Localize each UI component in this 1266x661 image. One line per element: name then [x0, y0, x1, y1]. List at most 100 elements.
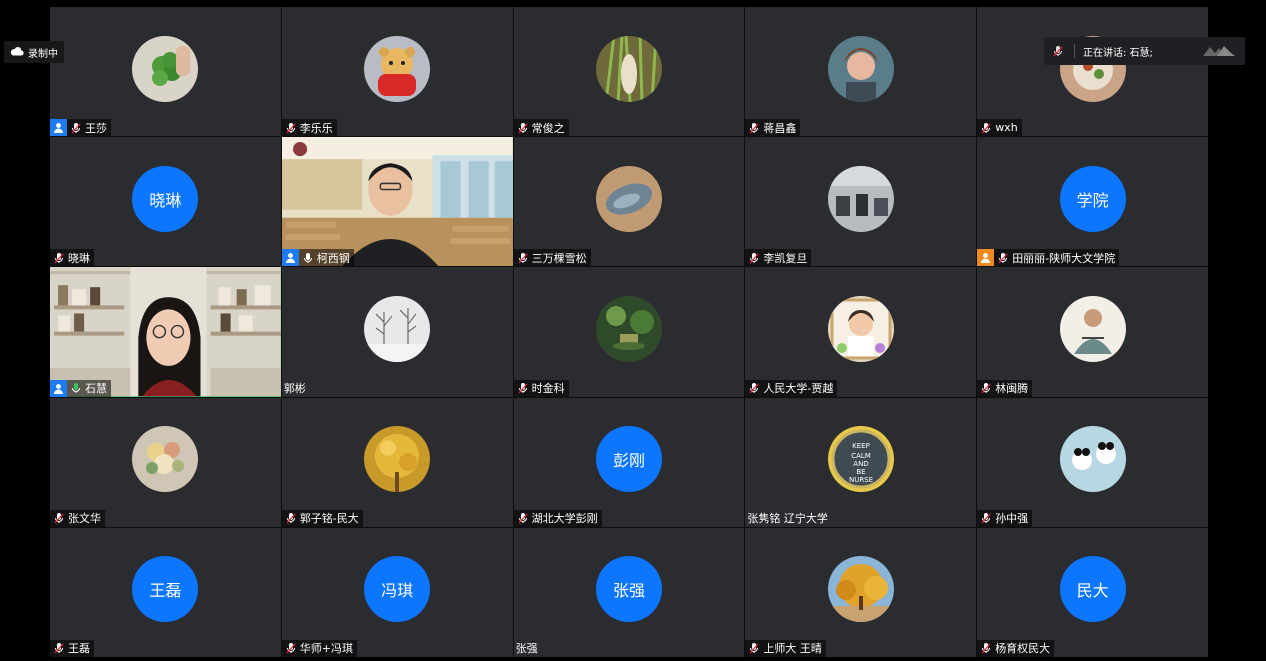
participant-name: wxh — [995, 121, 1018, 135]
participant-tile[interactable]: 郭子铭-民大 — [281, 397, 513, 527]
host-icon — [50, 119, 67, 137]
mic-muted-icon — [748, 642, 760, 654]
grass-image — [595, 35, 662, 102]
mic-on-icon — [302, 252, 314, 264]
participant-tile[interactable]: 冯琪 华师+冯琪 — [281, 527, 513, 657]
mic-muted-icon — [997, 252, 1009, 264]
participant-name: 王磊 — [68, 642, 90, 656]
avatar-photo — [132, 426, 199, 493]
participant-tile[interactable]: 李凯复旦 — [745, 137, 977, 267]
participant-name: 华师+冯琪 — [299, 642, 354, 656]
avatar-photo — [827, 556, 894, 623]
participant-label: 蒋昌鑫 — [745, 119, 801, 137]
avatar-photo — [827, 35, 894, 102]
avatar-photo — [827, 165, 894, 232]
participant-name: 张强 — [515, 642, 538, 656]
participant-tile[interactable]: 张强 张强 — [513, 527, 745, 657]
participant-name: 三万棵雪松 — [531, 251, 587, 265]
participant-name: 湖北大学彭刚 — [531, 512, 598, 526]
avatar-photo — [132, 35, 199, 102]
participant-tile[interactable]: 常俊之 — [513, 7, 745, 137]
avatar-photo — [1059, 426, 1126, 493]
participant-tile[interactable]: 王磊 王磊 — [50, 527, 281, 657]
avatar-initials: 学院 — [1059, 165, 1126, 232]
recording-label: 录制中 — [28, 48, 58, 60]
mic-muted-icon — [53, 512, 65, 524]
host-icon — [977, 249, 995, 267]
participant-tile[interactable]: 三万棵雪松 — [513, 137, 745, 267]
participant-label: 张文华 — [50, 509, 105, 527]
participant-name: 蒋昌鑫 — [763, 121, 797, 135]
mic-muted-icon — [748, 382, 760, 394]
mic-muted-icon — [980, 382, 992, 394]
participant-name: 时金科 — [531, 382, 565, 396]
participant-name: 郭子铭-民大 — [299, 512, 359, 526]
participant-label: 郭子铭-民大 — [281, 509, 363, 527]
avatar-initials: 王磊 — [132, 556, 199, 623]
avatar-photo — [364, 295, 431, 362]
participant-name: 柯西钢 — [316, 251, 350, 265]
participant-name: 常俊之 — [531, 121, 565, 135]
participant-name: 郭彬 — [283, 382, 306, 396]
mic-muted-icon — [748, 252, 760, 264]
participant-label: 三万棵雪松 — [513, 249, 591, 267]
recording-indicator[interactable]: 录制中 — [4, 41, 64, 63]
keepcalm-word: NURSE — [849, 476, 873, 484]
keepcalm-word: KEEP — [852, 442, 870, 450]
avatar-photo — [364, 35, 431, 102]
participant-name: 石慧 — [85, 382, 107, 396]
participant-tile[interactable]: 学院田丽丽-陕师大文学院 — [977, 137, 1208, 267]
participant-tile[interactable]: 人民大学-贾越 — [745, 267, 977, 397]
participant-label: 上师大 王晴 — [745, 639, 826, 657]
participant-label: 田丽丽-陕师大文学院 — [977, 249, 1120, 267]
participant-label: 石慧 — [50, 379, 111, 397]
participant-label: 张强 — [514, 640, 542, 657]
mic-muted-icon — [285, 642, 297, 654]
participant-label: 人民大学-贾越 — [745, 379, 838, 397]
participant-tile[interactable]: wxh — [977, 7, 1208, 137]
participant-tile[interactable]: 石慧 — [50, 267, 281, 397]
participant-tile[interactable]: 郭彬 — [281, 267, 513, 397]
mic-muted-icon — [980, 122, 992, 134]
participant-tile[interactable]: 上师大 王晴 — [745, 527, 977, 657]
mic-muted-icon — [980, 642, 992, 654]
ginkgo-image — [364, 426, 431, 493]
participant-tile[interactable]: 张文华 — [50, 397, 281, 527]
participant-tile[interactable]: 蒋昌鑫 — [745, 7, 977, 137]
more-icon[interactable] — [1201, 42, 1237, 60]
participant-label: 柯西钢 — [281, 249, 354, 267]
participant-name: 李凯复旦 — [763, 251, 808, 265]
participant-label: wxh — [977, 119, 1022, 137]
participant-tile[interactable]: 孙中强 — [977, 397, 1208, 527]
mic-muted-icon — [285, 122, 297, 134]
cloud-icon — [10, 46, 24, 59]
participant-tile[interactable]: 民大 杨育权民大 — [977, 527, 1208, 657]
participant-tile[interactable]: KEEP CALM AND BE NURSE 张隽铭 辽宁大学 — [745, 397, 977, 527]
mic-muted-icon — [53, 642, 65, 654]
participant-tile[interactable]: 林闽腾 — [977, 267, 1208, 397]
tea-image — [595, 295, 662, 362]
avatar-photo — [595, 35, 662, 102]
speaking-label: 正在讲话: 石慧; — [1083, 47, 1153, 59]
participant-label: 时金科 — [513, 379, 569, 397]
participant-label: 杨育权民大 — [977, 639, 1055, 657]
participant-name: 李乐乐 — [299, 121, 333, 135]
flowers-image — [132, 426, 199, 493]
participant-grid: 王莎 李乐乐 常俊之 蒋昌鑫 wxh 晓琳 晓琳柯西钢 三万棵雪松 李凯复旦 学院… — [50, 7, 1208, 657]
participant-name: 张文华 — [68, 512, 101, 526]
mic-muted-icon — [517, 382, 529, 394]
participant-tile[interactable]: 柯西钢 — [281, 137, 513, 267]
keepcalm-word: CALM — [851, 452, 871, 460]
participant-tile[interactable]: 晓琳 晓琳 — [50, 137, 281, 267]
participant-tile[interactable]: 时金科 — [513, 267, 745, 397]
participant-label: 孙中强 — [977, 509, 1033, 527]
mic-muted-icon — [748, 122, 760, 134]
participant-tile[interactable]: 王莎 — [50, 7, 281, 137]
participant-tile[interactable]: 李乐乐 — [281, 7, 513, 137]
autumn-image — [827, 556, 894, 623]
mic-muted-icon — [285, 512, 297, 524]
participant-name: 晓琳 — [68, 251, 90, 265]
mic-muted-icon — [517, 252, 529, 264]
participant-tile[interactable]: 彭刚 湖北大学彭刚 — [513, 397, 745, 527]
participant-label: 晓琳 — [50, 249, 94, 267]
